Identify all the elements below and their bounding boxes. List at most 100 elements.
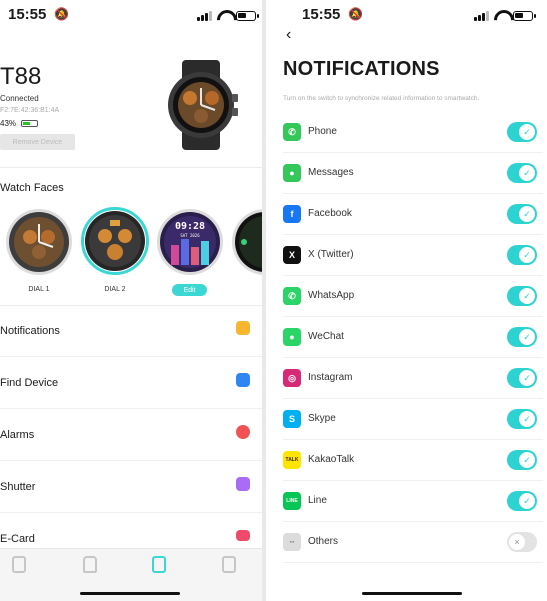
- check-icon: ✓: [519, 329, 535, 345]
- notification-toggle[interactable]: ✓: [507, 368, 537, 388]
- phone-icon: ✆: [283, 123, 301, 141]
- chat-icon: [236, 321, 250, 335]
- notification-row: f Facebook ✓: [283, 194, 543, 235]
- dial-2[interactable]: [81, 207, 149, 275]
- notification-row: ● Messages ✓: [283, 153, 543, 194]
- device-mac: F2:7E:42:36:B1:4A: [0, 107, 60, 114]
- app-name: Others: [308, 536, 339, 547]
- notification-toggle[interactable]: ✓: [507, 245, 537, 265]
- status-time: 15:55: [8, 6, 47, 23]
- tab-bar: [0, 548, 262, 601]
- app-name: Line: [308, 495, 327, 506]
- camera-icon: [236, 477, 250, 491]
- menu-alarms[interactable]: Alarms: [0, 409, 262, 461]
- facebook-icon: f: [283, 205, 301, 223]
- signal-icon: [197, 10, 212, 21]
- dial-4[interactable]: [232, 209, 266, 275]
- battery-icon: [21, 120, 39, 127]
- bell-mute-icon: 🔕: [54, 7, 69, 21]
- notification-row: TALK KakaoTalk ✓: [283, 440, 543, 481]
- messages-icon: ●: [283, 164, 301, 182]
- notification-toggle[interactable]: ✓: [507, 122, 537, 142]
- notification-row: X X (Twitter) ✓: [283, 235, 543, 276]
- page-title: NOTIFICATIONS: [283, 58, 440, 80]
- notification-toggle[interactable]: ✓: [507, 204, 537, 224]
- card-icon: [236, 530, 250, 541]
- watch-image: [168, 60, 238, 150]
- connection-status: Connected: [0, 94, 39, 103]
- check-icon: ✓: [519, 124, 535, 140]
- notification-row: ● WeChat ✓: [283, 317, 543, 358]
- wifi-icon: [494, 10, 508, 21]
- system-icons: [474, 10, 536, 21]
- app-name: X (Twitter): [308, 249, 354, 260]
- app-name: Instagram: [308, 372, 353, 383]
- check-icon: ✓: [519, 411, 535, 427]
- device-screen: 15:55 🔕 T88 Connected F2:7E:42:36:B1:4A …: [0, 0, 266, 601]
- menu-label: Find Device: [0, 377, 59, 389]
- app-name: Facebook: [308, 208, 352, 219]
- app-name: Skype: [308, 413, 336, 424]
- x-icon: X: [283, 246, 301, 264]
- notification-row: ✆ Phone ✓: [283, 112, 543, 153]
- check-icon: ✓: [519, 165, 535, 181]
- watch-tab-icon[interactable]: [152, 556, 166, 573]
- notification-row: S Skype ✓: [283, 399, 543, 440]
- menu-find-device[interactable]: Find Device: [0, 357, 262, 409]
- menu-label: Alarms: [0, 429, 35, 441]
- clock-icon: [236, 425, 250, 439]
- watch-icon: [236, 373, 250, 387]
- close-icon: ×: [509, 534, 525, 550]
- remove-device-button[interactable]: Remove Device: [0, 134, 75, 150]
- grid-icon: ▪▪: [283, 533, 301, 551]
- notification-toggle[interactable]: ✓: [507, 327, 537, 347]
- device-tab-icon[interactable]: [12, 556, 26, 573]
- whatsapp-icon: ✆: [283, 287, 301, 305]
- app-name: Phone: [308, 126, 337, 137]
- status-time: 15:55: [302, 6, 341, 23]
- battery-icon: [513, 10, 536, 21]
- skype-icon: S: [283, 410, 301, 428]
- menu-shutter[interactable]: Shutter: [0, 461, 262, 513]
- check-icon: ✓: [519, 247, 535, 263]
- notification-toggle[interactable]: ✓: [507, 286, 537, 306]
- dial-1-label: DIAL 1: [28, 286, 50, 293]
- notification-toggle[interactable]: ✓: [507, 163, 537, 183]
- notification-toggle[interactable]: ✓: [507, 450, 537, 470]
- notification-toggle[interactable]: ✓: [507, 491, 537, 511]
- check-icon: ✓: [519, 370, 535, 386]
- app-name: WhatsApp: [308, 290, 355, 301]
- dial-3[interactable]: 09:28 SAT 2026: [157, 209, 223, 275]
- activity-tab-icon[interactable]: [83, 556, 97, 573]
- dial-1-face: [9, 212, 69, 272]
- notification-row: ◎ Instagram ✓: [283, 358, 543, 399]
- dial-2-face: [85, 211, 145, 271]
- back-button[interactable]: ‹: [286, 26, 291, 44]
- profile-tab-icon[interactable]: [222, 556, 236, 573]
- app-name: Messages: [308, 167, 354, 178]
- app-name: KakaoTalk: [308, 454, 355, 465]
- watch-faces-title: Watch Faces: [0, 182, 64, 194]
- line-icon: LINE: [283, 492, 301, 510]
- battery-percent: 43%: [0, 119, 17, 128]
- device-battery: 43%: [0, 119, 39, 128]
- dial-4-face: [235, 212, 266, 272]
- kakaotalk-icon: TALK: [283, 451, 301, 469]
- dial-2-label: DIAL 2: [104, 286, 126, 293]
- dial-3-time: 09:28: [174, 221, 206, 232]
- edit-dial-button[interactable]: Edit: [172, 284, 207, 296]
- instagram-icon: ◎: [283, 369, 301, 387]
- notification-row: LINE Line ✓: [283, 481, 543, 522]
- menu-label: Notifications: [0, 325, 60, 337]
- menu-notifications[interactable]: Notifications: [0, 305, 262, 357]
- menu-label: Shutter: [0, 481, 36, 493]
- signal-icon: [474, 10, 489, 21]
- app-name: WeChat: [308, 331, 344, 342]
- notification-toggle[interactable]: ✓: [507, 409, 537, 429]
- dial-1[interactable]: [6, 209, 72, 275]
- home-indicator: [80, 592, 180, 595]
- notification-toggle[interactable]: ×: [507, 532, 537, 552]
- wechat-icon: ●: [283, 328, 301, 346]
- notification-row: ✆ WhatsApp ✓: [283, 276, 543, 317]
- check-icon: ✓: [519, 206, 535, 222]
